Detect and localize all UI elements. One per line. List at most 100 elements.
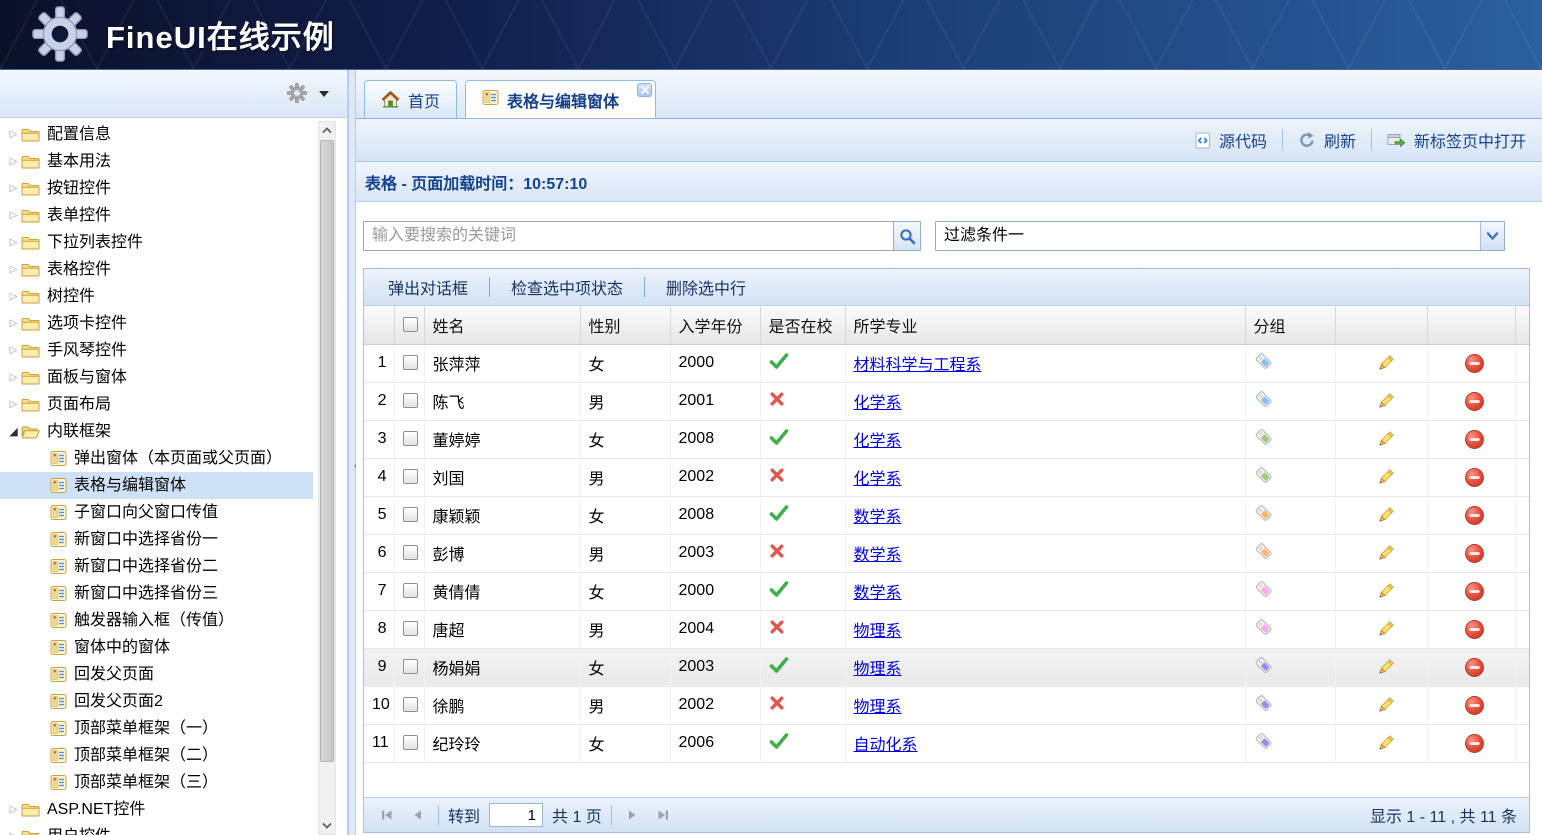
dropdown-button[interactable] — [1480, 222, 1504, 250]
last-page-button[interactable] — [652, 804, 674, 826]
filter-dropdown[interactable]: 过滤条件一 — [935, 221, 1505, 251]
edit-button[interactable] — [1376, 658, 1395, 677]
row-checkbox[interactable] — [403, 469, 418, 484]
major-link[interactable]: 数学系 — [854, 547, 902, 564]
row-checkbox[interactable] — [403, 545, 418, 560]
tree-item-folder[interactable]: ▷用户控件 — [0, 823, 313, 835]
edit-button[interactable] — [1376, 506, 1395, 525]
settings-caret-icon[interactable] — [319, 91, 329, 97]
expander-collapsed-icon[interactable]: ▷ — [6, 399, 21, 410]
tree-item-folder[interactable]: ▷表单控件 — [0, 202, 313, 229]
header-major[interactable]: 所学专业 — [845, 306, 1245, 344]
delete-button[interactable] — [1464, 581, 1485, 602]
edit-button[interactable] — [1376, 734, 1395, 753]
header-gender[interactable]: 性别 — [580, 306, 670, 344]
delete-button[interactable] — [1464, 391, 1485, 412]
tree-item[interactable]: 新窗口中选择省份一 — [0, 526, 313, 553]
major-link[interactable]: 自动化系 — [854, 737, 918, 754]
row-checkbox[interactable] — [403, 697, 418, 712]
edit-button[interactable] — [1376, 696, 1395, 715]
header-select-all[interactable] — [394, 306, 424, 344]
tree-item-folder[interactable]: ▷手风琴控件 — [0, 337, 313, 364]
source-code-button[interactable]: 源代码 — [1195, 128, 1267, 152]
page-number-input[interactable] — [489, 803, 543, 827]
tree-item-folder[interactable]: ▷面板与窗体 — [0, 364, 313, 391]
tree-item[interactable]: 新窗口中选择省份二 — [0, 553, 313, 580]
expander-collapsed-icon[interactable]: ▷ — [6, 291, 21, 302]
major-link[interactable]: 化学系 — [854, 433, 902, 450]
tree-item-folder[interactable]: ◢内联框架 — [0, 418, 313, 445]
search-button[interactable] — [893, 221, 921, 251]
tree-item-folder[interactable]: ▷配置信息 — [0, 121, 313, 148]
header-name[interactable]: 姓名 — [424, 306, 580, 344]
major-link[interactable]: 物理系 — [854, 623, 902, 640]
tree-item[interactable]: 弹出窗体（本页面或父页面） — [0, 445, 313, 472]
tree-item-folder[interactable]: ▷页面布局 — [0, 391, 313, 418]
first-page-button[interactable] — [376, 804, 398, 826]
sidebar-scrollbar[interactable] — [318, 121, 336, 835]
delete-button[interactable] — [1464, 353, 1485, 374]
tab-grid-edit-window[interactable]: 表格与编辑窗体 — [465, 80, 656, 118]
scroll-up-button[interactable] — [319, 122, 335, 139]
row-checkbox[interactable] — [403, 583, 418, 598]
header-at-school[interactable]: 是否在校 — [760, 306, 845, 344]
tree-item[interactable]: 顶部菜单框架（三） — [0, 769, 313, 796]
tree-item[interactable]: 新窗口中选择省份三 — [0, 580, 313, 607]
next-page-button[interactable] — [621, 804, 643, 826]
edit-button[interactable] — [1376, 620, 1395, 639]
expander-collapsed-icon[interactable]: ▷ — [6, 129, 21, 140]
header-year[interactable]: 入学年份 — [670, 306, 760, 344]
expander-collapsed-icon[interactable]: ▷ — [6, 264, 21, 275]
expander-collapsed-icon[interactable]: ▷ — [6, 345, 21, 356]
prev-page-button[interactable] — [407, 804, 429, 826]
major-link[interactable]: 数学系 — [854, 509, 902, 526]
tab-close-icon[interactable] — [637, 83, 652, 97]
row-checkbox[interactable] — [403, 659, 418, 674]
tree-item[interactable]: 子窗口向父窗口传值 — [0, 499, 313, 526]
scroll-down-button[interactable] — [319, 817, 335, 834]
delete-button[interactable] — [1464, 657, 1485, 678]
major-link[interactable]: 数学系 — [854, 585, 902, 602]
edit-button[interactable] — [1376, 582, 1395, 601]
major-link[interactable]: 化学系 — [854, 471, 902, 488]
expander-collapsed-icon[interactable]: ▷ — [6, 831, 21, 835]
tree-item-folder[interactable]: ▷选项卡控件 — [0, 310, 313, 337]
major-link[interactable]: 化学系 — [854, 395, 902, 412]
check-selected-button[interactable]: 检查选中项状态 — [511, 275, 623, 299]
delete-button[interactable] — [1464, 619, 1485, 640]
tree-item-folder[interactable]: ▷按钮控件 — [0, 175, 313, 202]
tree-item[interactable]: 顶部菜单框架（一） — [0, 715, 313, 742]
popup-dialog-button[interactable]: 弹出对话框 — [388, 275, 468, 299]
expander-collapsed-icon[interactable]: ▷ — [6, 318, 21, 329]
tree-item[interactable]: 窗体中的窗体 — [0, 634, 313, 661]
row-checkbox[interactable] — [403, 621, 418, 636]
edit-button[interactable] — [1376, 354, 1395, 373]
tree-item[interactable]: 顶部菜单框架（二） — [0, 742, 313, 769]
edit-button[interactable] — [1376, 392, 1395, 411]
tree-item[interactable]: 回发父页面2 — [0, 688, 313, 715]
row-checkbox[interactable] — [403, 431, 418, 446]
tree-item-folder[interactable]: ▷表格控件 — [0, 256, 313, 283]
delete-button[interactable] — [1464, 467, 1485, 488]
delete-button[interactable] — [1464, 505, 1485, 526]
tree-item[interactable]: 触发器输入框（传值） — [0, 607, 313, 634]
major-link[interactable]: 物理系 — [854, 661, 902, 678]
delete-button[interactable] — [1464, 733, 1485, 754]
expander-collapsed-icon[interactable]: ▷ — [6, 156, 21, 167]
expander-collapsed-icon[interactable]: ▷ — [6, 237, 21, 248]
tree-item-folder[interactable]: ▷树控件 — [0, 283, 313, 310]
major-link[interactable]: 物理系 — [854, 699, 902, 716]
expander-collapsed-icon[interactable]: ▷ — [6, 372, 21, 383]
refresh-button[interactable]: 刷新 — [1298, 128, 1356, 152]
edit-button[interactable] — [1376, 544, 1395, 563]
row-checkbox[interactable] — [403, 735, 418, 750]
tree-item-folder[interactable]: ▷ASP.NET控件 — [0, 796, 313, 823]
edit-button[interactable] — [1376, 468, 1395, 487]
delete-button[interactable] — [1464, 543, 1485, 564]
tree-item-selected[interactable]: 表格与编辑窗体 — [0, 472, 313, 499]
scrollbar-thumb[interactable] — [320, 140, 334, 762]
expander-collapsed-icon[interactable]: ▷ — [6, 804, 21, 815]
delete-button[interactable] — [1464, 429, 1485, 450]
row-checkbox[interactable] — [403, 355, 418, 370]
row-checkbox[interactable] — [403, 507, 418, 522]
